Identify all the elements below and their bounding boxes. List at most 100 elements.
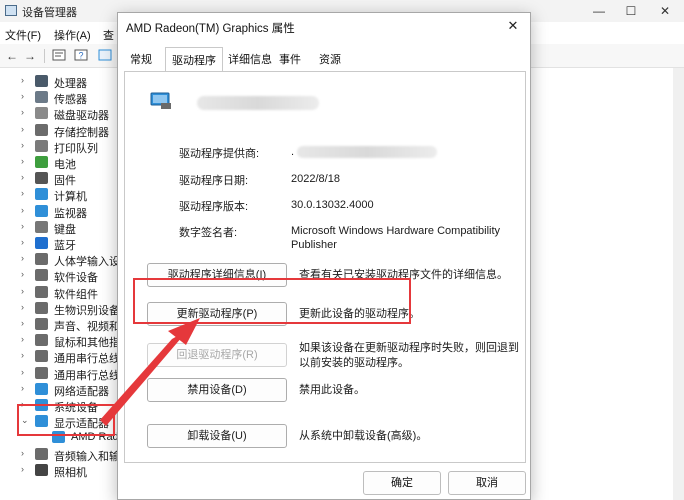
uninstall-device-button[interactable]: 卸载设备(U) [147,424,287,448]
tree-item[interactable]: › 键盘 [0,219,120,235]
tree-item-label: 计算机 [54,191,87,203]
rollback-driver-button[interactable]: 回退驱动程序(R) [147,343,287,367]
redacted-provider [297,146,437,158]
tree-item[interactable]: › 通用串行总线 [0,365,120,381]
ok-button[interactable]: 确定 [363,471,441,495]
hid-icon [35,253,48,266]
signer-value: Microsoft Windows Hardware Compatibility… [291,225,501,251]
menu-file[interactable]: 文件(F) [5,27,41,43]
tree-item-label: 磁盘驱动器 [54,110,109,122]
tab-strip: 常规 驱动程序 详细信息 事件 资源 [124,47,526,71]
battery-icon [35,156,48,168]
chevron-right-icon[interactable]: › [21,269,24,279]
tree-item[interactable]: › 计算机 [0,186,120,202]
chevron-right-icon[interactable]: › [21,205,24,215]
minimize-icon[interactable]: — [586,2,612,20]
tree-item[interactable]: › 软件设备 [0,267,120,283]
tree-item[interactable]: › 声音、视频和 [0,316,120,332]
menu-action[interactable]: 操作(A) [54,27,91,43]
redacted-device-name [197,96,319,110]
tree-item[interactable]: › 磁盘驱动器 [0,105,120,121]
tree-item[interactable]: › 通用串行总线 [0,348,120,364]
chevron-right-icon[interactable]: › [21,221,24,231]
tree-item[interactable]: › 固件 [0,170,120,186]
rollback-driver-desc: 如果该设备在更新驱动程序时失败，则回退到以前安装的驱动程序。 [299,342,519,369]
chevron-right-icon[interactable]: › [21,334,24,344]
tree-item[interactable]: › 处理器 [0,73,120,89]
chevron-right-icon[interactable]: › [21,156,24,166]
tree-item-label: 照相机 [54,466,87,478]
chevron-right-icon[interactable]: › [21,237,24,247]
chevron-right-icon[interactable]: › [21,448,24,458]
usb-icon [35,350,48,363]
printer-icon [35,139,48,152]
chevron-right-icon[interactable]: › [21,188,24,198]
chevron-right-icon[interactable]: › [21,383,24,393]
tab-details[interactable]: 详细信息 [228,51,272,71]
chevron-right-icon[interactable]: › [21,350,24,360]
tree-item-label: 监视器 [54,207,87,219]
disable-device-button[interactable]: 禁用设备(D) [147,378,287,402]
audio-io-icon [35,447,48,460]
tree-item-label: 生物识别设备 [54,304,120,316]
chevron-right-icon[interactable]: › [21,286,24,296]
help-icon[interactable]: ? [73,49,89,63]
tree-item[interactable]: › 打印队列 [0,138,120,154]
tree-item[interactable]: › 电池 [0,154,120,170]
forward-arrow-icon[interactable]: → [22,49,38,63]
properties-icon[interactable] [51,49,67,63]
cancel-button[interactable]: 取消 [448,471,526,495]
chevron-right-icon[interactable]: › [21,318,24,328]
tree-item[interactable]: › 存储控制器 [0,122,120,138]
scrollbar[interactable] [673,68,684,500]
biometric-icon [35,301,48,314]
tree-item[interactable]: › 鼠标和其他指 [0,332,120,348]
maximize-icon[interactable]: ☐ [618,2,644,20]
chevron-right-icon[interactable]: › [21,124,24,134]
chevron-right-icon[interactable]: › [21,302,24,312]
tree-item[interactable]: › 监视器 [0,203,120,219]
tree-item-label: 软件设备 [54,272,98,284]
svg-text:?: ? [78,51,83,61]
network-icon [35,382,48,395]
close-icon[interactable]: ✕ [502,16,524,36]
disk-icon [35,107,48,120]
tab-resources[interactable]: 资源 [319,51,341,71]
tree-item[interactable]: › 网络适配器 [0,381,120,397]
chevron-right-icon[interactable]: › [21,140,24,150]
computer-icon [35,188,48,201]
tree-item-label: 网络适配器 [54,385,109,397]
chevron-right-icon[interactable]: › [21,91,24,101]
tree-item[interactable]: › 蓝牙 [0,235,120,251]
camera-icon [35,463,48,476]
close-icon[interactable]: ✕ [652,2,678,20]
menu-view[interactable]: 查 [103,27,114,43]
chevron-right-icon[interactable]: › [21,253,24,263]
tree-item[interactable]: › 人体学输入设 [0,251,120,267]
monitor-icon [35,204,48,217]
tree-item[interactable]: › 软件组件 [0,284,120,300]
device-manager-icon [5,5,17,16]
tree-item-label: 处理器 [54,78,87,89]
chevron-right-icon[interactable]: › [21,367,24,377]
driver-date-label: 驱动程序日期: [179,175,249,187]
tab-driver[interactable]: 驱动程序 [165,47,223,71]
tab-general[interactable]: 常规 [130,51,152,71]
driver-version-value: 30.0.13032.4000 [291,199,374,211]
tree-item-label: 固件 [54,175,76,187]
chevron-right-icon[interactable]: › [21,75,24,85]
usb-icon [35,366,48,379]
chevron-right-icon[interactable]: › [21,464,24,474]
chevron-right-icon[interactable]: › [21,172,24,182]
provider-value: . [291,146,295,158]
chevron-right-icon[interactable]: › [21,107,24,117]
tree-item[interactable]: › 照相机 [0,462,120,478]
tab-events[interactable]: 事件 [279,51,301,71]
back-arrow-icon[interactable]: ← [4,49,20,63]
tree-item[interactable]: › 传感器 [0,89,120,105]
tree-item[interactable]: › 音频输入和输 [0,446,120,462]
provider-label: 驱动程序提供商: [179,148,260,160]
tree-item[interactable]: › 生物识别设备 [0,300,120,316]
update-icon[interactable] [97,49,113,63]
cpu-icon [35,75,48,87]
